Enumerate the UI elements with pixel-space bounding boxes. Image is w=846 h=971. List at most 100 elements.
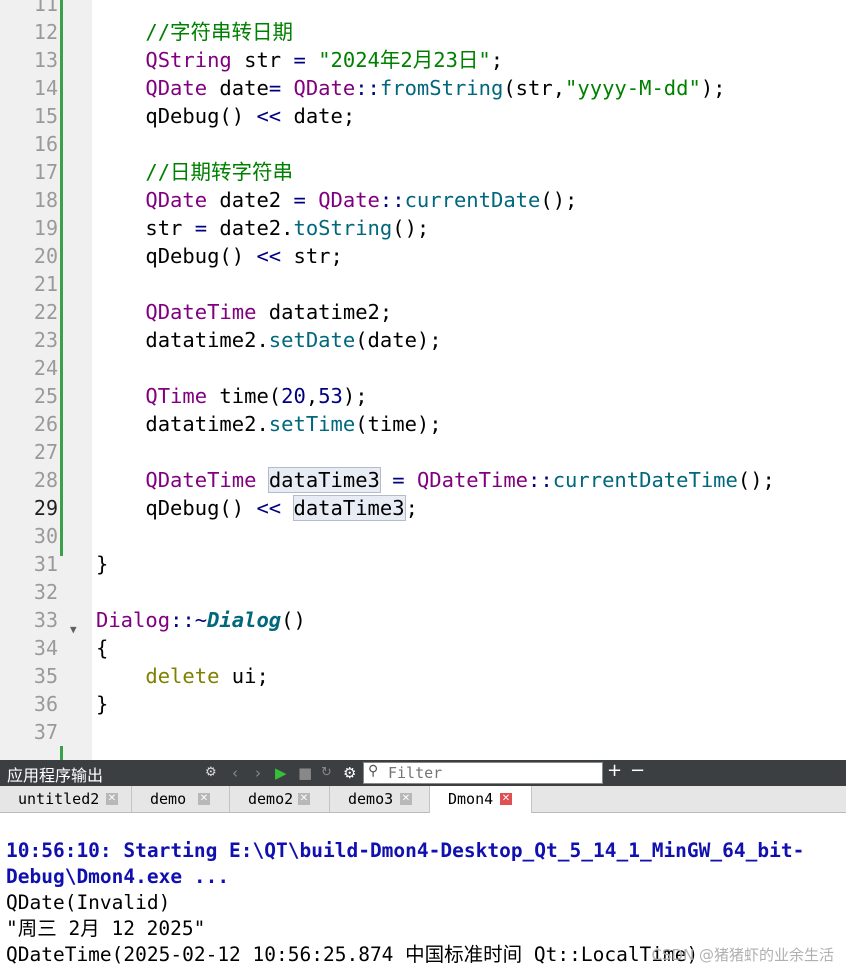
line-number: 14 <box>33 76 58 100</box>
highlighted-variable: dataTime3 <box>292 495 406 521</box>
string-token: "yyyy-M-dd" <box>565 76 701 100</box>
tab-untitled2[interactable]: untitled2 ✕ <box>0 786 132 812</box>
function-token: currentDateTime <box>552 468 738 492</box>
code-line[interactable]: QDateTime datatime2; <box>96 298 392 326</box>
code-line[interactable]: str = date2.toString(); <box>96 214 429 242</box>
search-icon: ⚲ <box>368 763 379 779</box>
filter-box[interactable]: ⚲ <box>363 762 603 784</box>
settings-gear-icon[interactable]: ⚙ <box>343 763 356 783</box>
code-line[interactable]: QDateTime dataTime3 = QDateTime::current… <box>96 466 775 494</box>
scope-token: :: <box>379 188 405 212</box>
code-text: (); <box>737 468 775 492</box>
tab-label: demo <box>150 790 187 808</box>
code-line[interactable]: } <box>96 690 108 718</box>
fold-arrow-icon[interactable]: ▼ <box>70 623 77 636</box>
operator-token: = <box>293 48 306 72</box>
code-line[interactable]: QString str = "2024年2月23日"; <box>96 46 503 74</box>
code-text: date; <box>281 104 356 128</box>
tab-demo2[interactable]: demo2 ✕ <box>230 786 330 812</box>
code-text: time( <box>207 384 282 408</box>
line-number: 33 <box>33 608 58 632</box>
close-icon[interactable]: ✕ <box>500 793 512 805</box>
line-number: 15 <box>33 104 58 128</box>
close-icon[interactable]: ✕ <box>298 793 310 805</box>
scope-token: ::~ <box>170 608 208 632</box>
run-icon[interactable]: ▶ <box>275 763 287 783</box>
code-line[interactable]: //字符串转日期 <box>96 18 293 46</box>
number-token: 53 <box>318 384 343 408</box>
code-line[interactable]: } <box>96 550 108 578</box>
keyword-token: delete <box>145 664 220 688</box>
code-line[interactable]: QDate date= QDate::fromString(str,"yyyy-… <box>96 74 726 102</box>
tab-label: demo2 <box>248 790 294 808</box>
stop-icon[interactable]: ■ <box>298 763 312 783</box>
line-number: 30 <box>33 524 58 548</box>
code-text: str <box>231 48 294 72</box>
code-text: ); <box>700 76 726 100</box>
function-token: toString <box>293 216 393 240</box>
next-icon[interactable]: › <box>255 763 261 783</box>
code-line[interactable]: qDebug() << str; <box>96 242 343 270</box>
type-token: QDateTime <box>145 468 257 492</box>
code-text: qDebug() <box>145 496 257 520</box>
line-number: 27 <box>33 440 58 464</box>
line-number: 11 <box>33 0 58 16</box>
code-text: { <box>96 636 109 660</box>
previous-icon[interactable]: ‹ <box>232 763 238 783</box>
close-icon[interactable]: ✕ <box>400 793 412 805</box>
line-number: 35 <box>33 664 58 688</box>
code-text: ; <box>490 48 504 72</box>
type-token: QDate <box>293 76 356 100</box>
code-text: (str, <box>503 76 566 100</box>
code-text: (time); <box>355 412 442 436</box>
function-token: fromString <box>379 76 504 100</box>
tab-demo[interactable]: demo ✕ <box>132 786 230 812</box>
line-number: 24 <box>33 356 58 380</box>
zoom-out-icon[interactable]: − <box>630 761 645 781</box>
code-editor[interactable]: 11 12 13 14 15 16 17 18 19 20 21 22 23 2… <box>0 0 846 760</box>
code-line[interactable]: datatime2.setTime(time); <box>96 410 442 438</box>
comment: //日期转字符串 <box>145 160 294 184</box>
current-code-line[interactable]: qDebug() << dataTime3; <box>96 494 418 522</box>
close-icon[interactable]: ✕ <box>106 793 118 805</box>
code-text: } <box>96 552 109 576</box>
highlighted-variable: dataTime3 <box>267 467 381 493</box>
code-line[interactable]: //日期转字符串 <box>96 158 293 186</box>
code-line[interactable]: QTime time(20,53); <box>96 382 367 410</box>
comment: //字符串转日期 <box>145 20 294 44</box>
output-line: "周三 2月 12 2025" <box>6 917 206 940</box>
filter-input[interactable] <box>388 764 598 782</box>
code-line[interactable]: Dialog::~Dialog() <box>96 606 306 634</box>
application-output[interactable]: 10:56:10: Starting E:\QT\build-Dmon4-Des… <box>0 813 846 971</box>
code-text: (); <box>392 216 430 240</box>
code-text: str <box>145 216 195 240</box>
code-line[interactable]: qDebug() << date; <box>96 102 355 130</box>
operator-token: = <box>194 216 208 240</box>
code-line[interactable]: QDate date2 = QDate::currentDate(); <box>96 186 577 214</box>
operator-token: = <box>293 188 306 212</box>
code-line[interactable]: datatime2.setDate(date); <box>96 326 442 354</box>
code-text: date <box>207 76 269 100</box>
rerun-icon[interactable]: ↻ <box>321 763 332 783</box>
operator-token: << <box>256 496 282 520</box>
output-line: QDate(Invalid) <box>6 891 171 914</box>
code-line[interactable]: { <box>96 634 108 662</box>
output-pane-title: 应用程序输出 <box>7 766 104 785</box>
zoom-in-icon[interactable]: + <box>607 761 622 781</box>
line-number: 19 <box>33 216 58 240</box>
tab-dmon4[interactable]: Dmon4 ✕ <box>430 786 532 813</box>
code-text: (date); <box>355 328 442 352</box>
tab-demo3[interactable]: demo3 ✕ <box>330 786 430 812</box>
line-number: 37 <box>33 720 58 744</box>
attach-debugger-icon[interactable]: ⚙ <box>205 763 217 783</box>
code-text: qDebug() <box>145 244 257 268</box>
function-token: setTime <box>268 412 356 436</box>
tab-label: untitled2 <box>18 790 100 808</box>
line-number: 21 <box>33 272 58 296</box>
close-icon[interactable]: ✕ <box>198 793 210 805</box>
code-line[interactable]: delete ui; <box>96 662 268 690</box>
type-token: QDate <box>145 76 208 100</box>
